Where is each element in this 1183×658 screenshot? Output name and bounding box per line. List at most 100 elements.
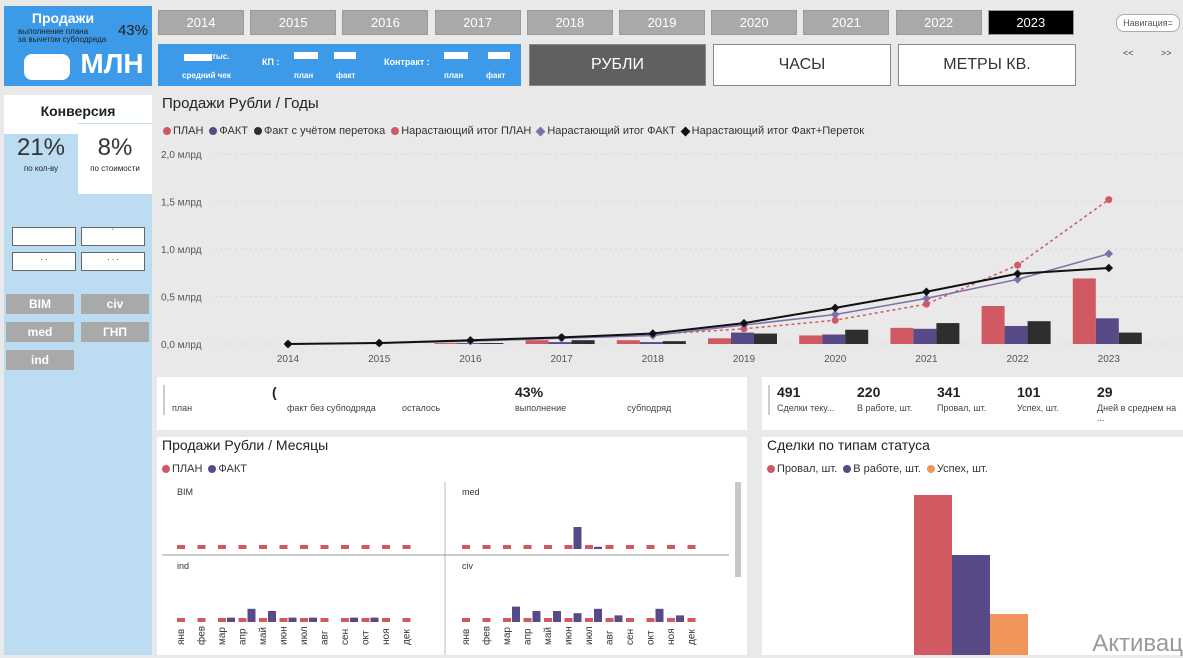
segment-med-button[interactable]: med bbox=[6, 322, 74, 342]
year-button-2015[interactable]: 2015 bbox=[250, 10, 337, 35]
legend-marker bbox=[391, 127, 400, 136]
year-button-2020[interactable]: 2020 bbox=[711, 10, 798, 35]
kpi-percent: 43% bbox=[117, 22, 148, 39]
month-bar-plan bbox=[462, 618, 470, 622]
kp-fact-label: факт bbox=[336, 71, 356, 80]
month-bar-fact bbox=[370, 617, 379, 622]
bar-2021-0 bbox=[890, 327, 914, 344]
month-bar-plan bbox=[361, 545, 370, 549]
filter-input-1[interactable] bbox=[12, 227, 76, 246]
month-bar-plan bbox=[605, 618, 614, 622]
month-tick-label: ноя bbox=[666, 629, 677, 646]
deal-stat-label: Провал, шт. bbox=[937, 403, 987, 413]
legend-marker bbox=[208, 465, 217, 474]
unit-hours-button[interactable]: ЧАСЫ bbox=[713, 44, 891, 86]
status-chart-legend: Провал, шт. В работе, шт. Успех, шт. bbox=[767, 463, 988, 475]
kpi-subtitle: выполнение плана за вычетом субподряда bbox=[18, 27, 107, 44]
deal-stat-value: 101 bbox=[1017, 384, 1041, 400]
filter-input-4[interactable]: . . . bbox=[81, 252, 145, 271]
status-bar-success bbox=[990, 614, 1028, 655]
prev-page-button[interactable]: << bbox=[1123, 48, 1134, 58]
bar-2022-0 bbox=[981, 306, 1005, 344]
month-bar-plan bbox=[626, 618, 634, 622]
bar-2017-1 bbox=[548, 342, 572, 344]
year-button-2022[interactable]: 2022 bbox=[895, 10, 982, 35]
month-bar-fact bbox=[268, 611, 276, 622]
redacted bbox=[488, 52, 510, 59]
month-bar-plan bbox=[667, 545, 675, 549]
x-tick-label: 2019 bbox=[733, 354, 756, 365]
y-tick-label: 1,5 млрд bbox=[161, 198, 202, 209]
bar-2023-1 bbox=[1095, 318, 1119, 344]
month-tick-label: ноя bbox=[381, 629, 392, 646]
point-5-7 bbox=[922, 287, 931, 296]
bar-2016-0 bbox=[434, 343, 458, 344]
month-tick-label: окт bbox=[361, 630, 372, 645]
year-button-2023[interactable]: 2023 bbox=[987, 10, 1074, 35]
conversion-cost-label: по стоимости bbox=[90, 164, 140, 173]
summary-value: ( bbox=[272, 384, 277, 400]
filter-input-3[interactable]: . . bbox=[12, 252, 76, 271]
segment-ind-button[interactable]: ind bbox=[6, 350, 74, 370]
point-5-3 bbox=[557, 333, 566, 342]
year-button-2018[interactable]: 2018 bbox=[526, 10, 613, 35]
check-unit: тыс. bbox=[212, 52, 230, 61]
legend-marker bbox=[680, 126, 691, 137]
month-bar-plan bbox=[462, 545, 470, 549]
legend-item: ПЛАН bbox=[162, 463, 202, 475]
metrics-strip: тыс. средний чек КП : план факт Контракт… bbox=[158, 44, 521, 86]
summary-value: 43% bbox=[515, 384, 544, 400]
month-bar-plan bbox=[667, 618, 675, 622]
month-bar-plan bbox=[544, 618, 552, 622]
legend-marker bbox=[767, 465, 775, 474]
next-page-button[interactable]: >> bbox=[1161, 48, 1172, 58]
month-bar-fact bbox=[227, 617, 235, 622]
month-tick-label: дек bbox=[687, 629, 698, 645]
month-bar-fact bbox=[532, 611, 541, 622]
month-bar-plan bbox=[197, 545, 206, 549]
bar-2020-1 bbox=[822, 334, 846, 344]
filter-input-2[interactable]: ` bbox=[81, 227, 145, 246]
month-tick-label: дек bbox=[402, 629, 413, 645]
redacted bbox=[184, 54, 212, 61]
navigation-button[interactable]: Навигация= bbox=[1116, 14, 1180, 32]
month-bar-plan bbox=[382, 545, 390, 549]
bar-2021-2 bbox=[936, 323, 960, 344]
month-bar-fact bbox=[594, 546, 602, 549]
sales-kpi-card: Продажи 43% выполнение плана за вычетом с… bbox=[4, 6, 152, 86]
month-bar-fact bbox=[614, 615, 623, 622]
bar-2019-0 bbox=[708, 338, 731, 344]
month-bar-plan bbox=[238, 545, 247, 549]
month-bar-plan bbox=[605, 545, 614, 549]
summary-label: план bbox=[172, 403, 193, 413]
month-bar-fact bbox=[288, 617, 297, 622]
unit-sqm-button[interactable]: МЕТРЫ КВ. bbox=[898, 44, 1076, 86]
year-button-2019[interactable]: 2019 bbox=[619, 10, 705, 35]
segment-bim-button[interactable]: BIM bbox=[6, 294, 74, 314]
month-bar-plan bbox=[564, 545, 573, 549]
month-chart-title: Продажи Рубли / Месяцы bbox=[162, 437, 329, 453]
month-bar-plan bbox=[238, 618, 247, 622]
month-bar-plan bbox=[687, 618, 696, 622]
month-bar-plan bbox=[259, 618, 267, 622]
kp-plan-label: план bbox=[294, 71, 314, 80]
year-button-2014[interactable]: 2014 bbox=[158, 10, 244, 35]
segment-civ-button[interactable]: civ bbox=[81, 294, 149, 314]
unit-rubles-button[interactable]: РУБЛИ bbox=[529, 44, 706, 86]
segment-gnp-button[interactable]: ГНП bbox=[81, 322, 149, 342]
month-bar-plan bbox=[382, 618, 390, 622]
bar-2021-1 bbox=[913, 328, 937, 344]
deal-stat-value: 341 bbox=[937, 384, 961, 400]
year-button-2017[interactable]: 2017 bbox=[434, 10, 521, 35]
month-bar-plan bbox=[197, 618, 206, 622]
conversion-title: Конверсия bbox=[40, 103, 116, 119]
bar-2017-0 bbox=[525, 340, 549, 344]
month-bar-plan bbox=[585, 545, 593, 549]
year-button-2016[interactable]: 2016 bbox=[342, 10, 429, 35]
month-tick-label: сен bbox=[340, 629, 351, 645]
panel-label-BIM: BIM bbox=[177, 487, 193, 497]
check-label: средний чек bbox=[182, 71, 231, 80]
bar-2018-2 bbox=[662, 341, 686, 344]
contract-plan-label: план bbox=[444, 71, 464, 80]
year-button-2021[interactable]: 2021 bbox=[803, 10, 890, 35]
